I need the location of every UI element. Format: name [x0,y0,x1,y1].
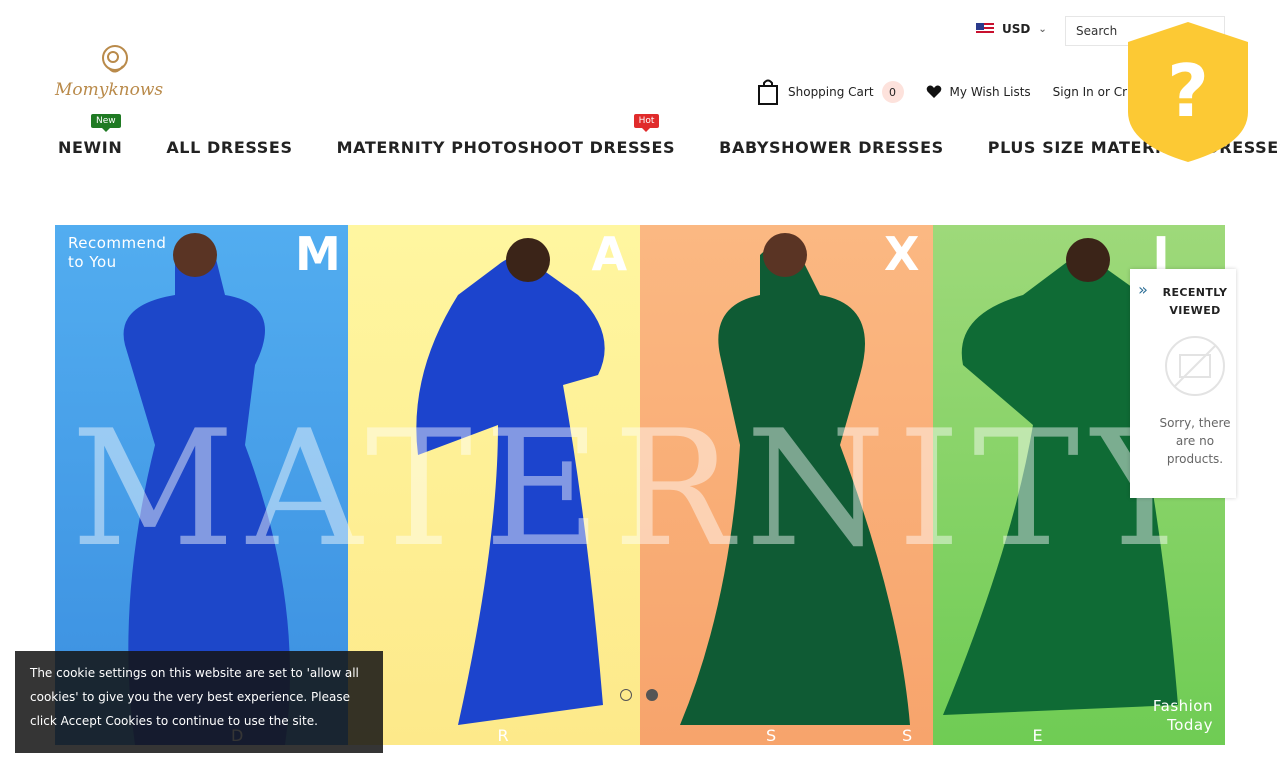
recently-viewed-title-line-1: RECENTLY [1162,286,1228,299]
banner-panel-orange: X E S S [640,225,933,745]
carousel-dots [620,689,658,701]
nav-item-all-dresses[interactable]: ALL DRESSES [166,138,292,157]
fashion-line-1: Fashion [1152,697,1213,715]
heart-icon [926,85,941,98]
wishlist-label: My Wish Lists [949,85,1031,99]
banner-bottom-letter: S [902,726,915,745]
banner-bottom-letter: E [1032,726,1045,745]
nav-item-maternity-photoshoot-dresses[interactable]: Hot MATERNITY PHOTOSHOOT DRESSES [336,114,676,157]
recently-viewed-title: RECENTLY VIEWED [1158,284,1232,320]
logo-mother-icon [102,45,128,73]
nav-item-label: MATERNITY PHOTOSHOOT DRESSES [336,138,676,157]
nav-item-newin[interactable]: New NEWIN [58,114,123,157]
svg-text:?: ? [1167,49,1209,133]
cart-count-badge: 0 [881,81,904,103]
model-figure-image [415,238,605,725]
site-logo[interactable]: Momyknows [55,44,175,108]
banner-panel-yellow: A R [347,225,640,745]
page: Momyknows USD ⌄ Shopping Cart 0 My Wish … [0,0,1280,768]
hot-tag-badge: Hot [633,114,660,132]
us-flag-icon [976,23,994,35]
banner-fashion-text: Fashion Today [1153,697,1213,735]
cookie-notice: The cookie settings on this website are … [15,651,383,753]
nav-item-label: BABYSHOWER DRESSES [719,138,944,157]
shopping-cart-label: Shopping Cart [788,85,874,99]
chevron-down-icon: ⌄ [1038,23,1047,35]
carousel-dot-1[interactable] [620,689,632,701]
recently-viewed-panel: » RECENTLY VIEWED Sorry, there are no pr… [1130,269,1236,498]
banner-bottom-letter: E [640,726,642,745]
main-nav: New NEWIN ALL DRESSES Hot MATERNITY PHOT… [58,114,1280,157]
nav-item-label: ALL DRESSES [166,138,293,157]
currency-selector[interactable]: USD ⌄ [976,22,1047,36]
recently-viewed-empty-message: Sorry, there are no products. [1159,416,1231,466]
shopping-cart-link[interactable]: Shopping Cart 0 [756,78,904,106]
fashion-line-2: Today [1167,716,1213,734]
nav-item-label: NEWIN [58,138,123,157]
recently-viewed-title-line-2: VIEWED [1169,304,1221,317]
no-image-icon [1165,336,1225,396]
model-figure-image [680,233,910,725]
shopping-bag-icon [758,79,778,105]
header-actions: Shopping Cart 0 My Wish Lists Sign In or… [756,78,1127,106]
nav-item-babyshower-dresses[interactable]: BABYSHOWER DRESSES [719,138,944,157]
currency-label: USD [1002,22,1031,36]
banner-bottom-letter: R [497,726,511,745]
carousel-dot-2[interactable] [646,689,658,701]
banner-bottom-letter: S [766,726,779,745]
question-shield-icon[interactable]: ? [1126,20,1250,164]
cookie-message: The cookie settings on this website are … [30,666,359,728]
new-tag-badge: New [91,114,121,132]
logo-text: Momyknows [55,80,164,100]
double-chevron-right-icon[interactable]: » [1130,269,1156,309]
wishlist-link[interactable]: My Wish Lists [926,85,1031,99]
sign-in-link[interactable]: Sign In or Cr [1053,85,1127,99]
